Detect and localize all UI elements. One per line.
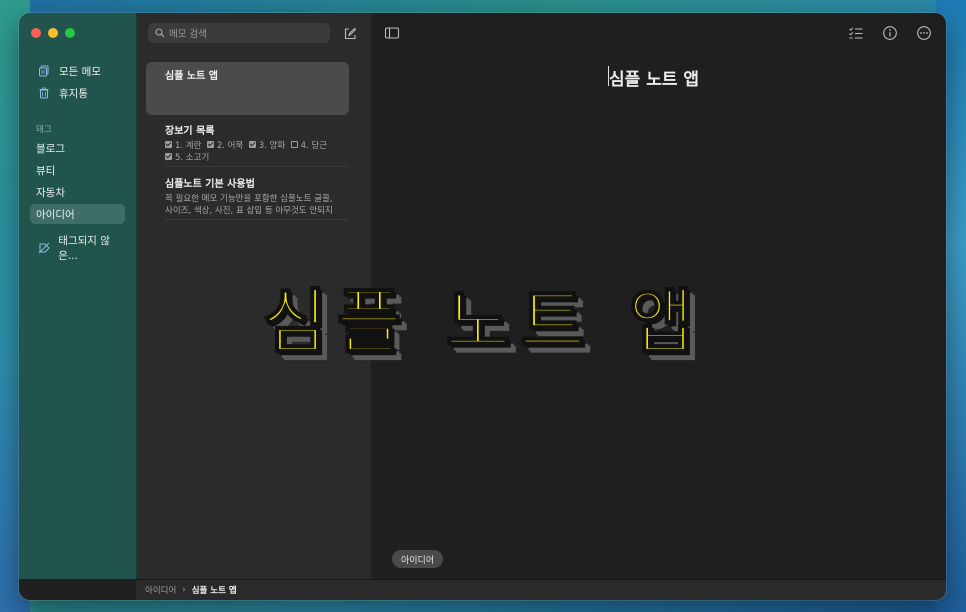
checkbox-checked-icon	[248, 141, 256, 148]
sidebar-item-label: 모든 메모	[59, 65, 101, 78]
sidebar-item-label: 휴지통	[59, 87, 88, 100]
sidebar-item-trash[interactable]: 휴지통	[30, 83, 126, 103]
note-preview-line: 꼭 필요한 메모 기능만을 포함한 심플노트 글꼴,	[165, 194, 333, 204]
sidebar-item-untagged[interactable]: 태그되지 않은...	[30, 235, 126, 262]
checkbox-checked-icon	[206, 141, 214, 148]
checkbox-unchecked-icon	[290, 141, 298, 148]
tag-item-idea[interactable]: 아이디어	[30, 204, 125, 224]
checklist-icon	[849, 27, 863, 39]
tag-item-beauty[interactable]: 뷰티	[30, 160, 125, 180]
more-options-button[interactable]	[916, 25, 932, 41]
search-placeholder: 메모 검색	[169, 29, 207, 40]
tag-item-blog[interactable]: 블로그	[30, 138, 125, 158]
minimize-window-button[interactable]	[48, 28, 58, 38]
sidebar-item-label: 태그되지 않은...	[58, 235, 110, 262]
untagged-icon	[37, 241, 50, 255]
checklist-item: 1. 계란	[175, 141, 202, 151]
list-item[interactable]: 심플노트 기본 사용법 꼭 필요한 메모 기능만을 포함한 심플노트 글꼴, 사…	[146, 170, 349, 216]
breadcrumb: 아이디어 › 심플 노트 앱	[136, 579, 946, 600]
note-title-heading[interactable]: 심플 노트 앱	[609, 65, 699, 90]
checklist-item: 5. 소고기	[175, 153, 210, 163]
checklist-item: 4. 당근	[300, 141, 328, 151]
ellipsis-icon	[917, 26, 931, 40]
breadcrumb-current: 심플 노트 앱	[191, 586, 237, 596]
window-controls	[31, 28, 75, 38]
note-preview: 꼭 필요한 메모 기능만을 포함한 심플노트 글꼴, 사이즈, 색상, 사진, …	[165, 193, 349, 217]
zoom-window-button[interactable]	[65, 28, 75, 38]
note-preview-line: 사이즈, 색상, 사진, 표 삽입 등 아무것도 안되지	[165, 206, 333, 216]
toggle-sidebar-button[interactable]	[384, 25, 400, 41]
checkbox-checked-icon	[165, 141, 172, 148]
tags-section-header: 태그	[36, 125, 52, 135]
sidebar-item-all-notes[interactable]: 모든 메모	[30, 61, 126, 81]
list-item[interactable]: 심플 노트 앱	[146, 62, 349, 115]
compose-icon	[344, 27, 357, 40]
info-icon	[883, 26, 897, 40]
breadcrumb-parent[interactable]: 아이디어	[145, 584, 176, 596]
checkbox-checked-icon	[165, 153, 172, 160]
search-icon	[155, 28, 165, 38]
notes-icon	[37, 64, 51, 78]
sidebar-icon	[384, 27, 400, 39]
tag-item-car[interactable]: 자동차	[30, 182, 125, 202]
search-input[interactable]: 메모 검색	[148, 23, 330, 43]
close-window-button[interactable]	[31, 28, 41, 38]
info-button[interactable]	[882, 25, 898, 41]
checklist-item: 2. 어묵	[216, 141, 244, 151]
checklist-item: 3. 양파	[258, 141, 286, 151]
divider	[165, 166, 349, 167]
checklist-button[interactable]	[848, 25, 864, 41]
compose-note-button[interactable]	[343, 26, 357, 40]
overlay-caption: 심플 노트 앱	[262, 280, 704, 364]
chevron-right-icon: ›	[182, 585, 186, 595]
note-checklist-preview: 1. 계란 2. 어묵 3. 양파 4. 당근 5. 소고기	[165, 140, 349, 164]
trash-icon	[37, 86, 51, 100]
note-title: 심플노트 기본 사용법	[165, 179, 255, 190]
note-tag-pill[interactable]: 아이디어	[392, 550, 444, 568]
list-item[interactable]: 장보기 목록 1. 계란 2. 어묵 3. 양파 4. 당근 5. 소고기	[146, 117, 349, 167]
divider	[165, 219, 349, 220]
note-title: 장보기 목록	[165, 126, 215, 137]
note-title: 심플 노트 앱	[165, 71, 218, 82]
